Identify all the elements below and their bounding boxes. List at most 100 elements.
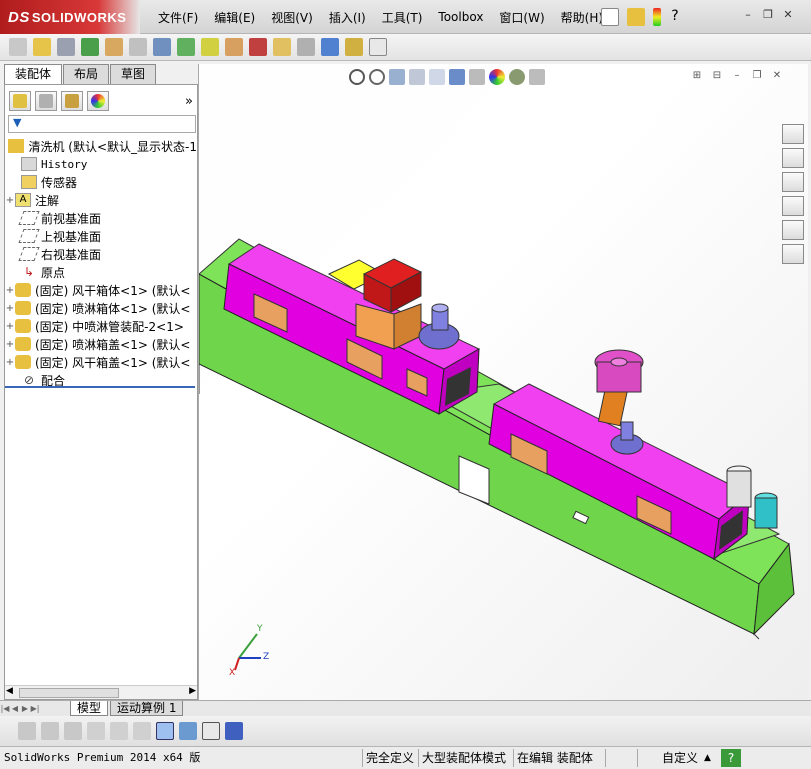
expand-chevron-icon[interactable]: » [185, 94, 193, 109]
expand-icon[interactable]: + [5, 195, 15, 206]
expand-icon[interactable]: + [5, 357, 15, 368]
interference-detection-icon[interactable] [321, 38, 339, 56]
tree-item-sensors[interactable]: 传感器 [5, 173, 197, 191]
units-dropdown-icon[interactable]: ▲ [701, 749, 721, 767]
expand-icon[interactable]: + [5, 303, 15, 314]
tab-layout[interactable]: 布局 [63, 64, 110, 84]
assembly-features-icon[interactable] [177, 38, 195, 56]
menu-toolbox[interactable]: Toolbox [430, 10, 491, 24]
menu-edit[interactable]: 编辑(E) [206, 9, 263, 26]
menu-insert[interactable]: 插入(I) [321, 9, 374, 26]
scrollbar-thumb[interactable] [19, 688, 119, 698]
part-icon [15, 283, 31, 297]
expand-icon[interactable]: + [5, 339, 15, 350]
assembly-model[interactable] [199, 64, 808, 700]
toolbar-icon[interactable] [41, 722, 59, 740]
status-definition: 完全定义 [362, 749, 418, 767]
white-cylinder [726, 470, 752, 508]
home-icon[interactable] [782, 124, 804, 144]
instant3d-icon[interactable] [369, 38, 387, 56]
tree-item-right-plane[interactable]: 右视基准面 [5, 245, 197, 263]
last-tab-icon[interactable]: ▶| [30, 704, 40, 713]
tree-item-component[interactable]: + (固定) 中喷淋管装配-2<1> [5, 317, 197, 335]
tree-item-front-plane[interactable]: 前视基准面 [5, 209, 197, 227]
help-icon[interactable]: ? [669, 8, 681, 26]
prev-tab-icon[interactable]: ◀ [10, 704, 20, 713]
custom-properties-icon[interactable] [782, 244, 804, 264]
exploded-view-icon[interactable] [273, 38, 291, 56]
tree-item-history[interactable]: History [5, 155, 197, 173]
title-quick-icons: ? [598, 8, 684, 26]
filter-icon[interactable]: ▼ [13, 116, 21, 129]
menu-file[interactable]: 文件(F) [150, 9, 206, 26]
title-bar: DS SOLIDWORKS 文件(F) 编辑(E) 视图(V) 插入(I) 工具(… [0, 0, 811, 34]
open-folder-icon[interactable] [627, 8, 645, 26]
tree-view-icon[interactable] [156, 722, 174, 740]
clearance-verification-icon[interactable] [345, 38, 363, 56]
tree-item-component[interactable]: + (固定) 喷淋箱盖<1> (默认< [5, 335, 197, 353]
tab-sketch[interactable]: 草图 [110, 64, 157, 84]
feature-manager-tab[interactable] [9, 91, 31, 111]
configuration-manager-tab[interactable] [61, 91, 83, 111]
tab-assembly[interactable]: 装配体 [4, 64, 63, 84]
new-motion-study-icon[interactable] [225, 38, 243, 56]
tree-item-annotations[interactable]: + A 注解 [5, 191, 197, 209]
restore-button[interactable]: ❐ [760, 8, 776, 22]
insert-component-icon[interactable] [33, 38, 51, 56]
next-tab-icon[interactable]: ▶ [20, 704, 30, 713]
menu-view[interactable]: 视图(V) [263, 9, 321, 26]
tree-item-root[interactable]: 清洗机 (默认<默认_显示状态-1 [5, 137, 197, 155]
expand-icon[interactable]: + [5, 285, 15, 296]
move-component-icon[interactable] [129, 38, 147, 56]
new-document-icon[interactable] [601, 8, 619, 26]
appearances-icon[interactable] [782, 220, 804, 240]
reference-geometry-icon[interactable] [201, 38, 219, 56]
tree-filter[interactable]: ▼ [8, 115, 196, 133]
tree-item-origin[interactable]: ↳ 原点 [5, 263, 197, 281]
property-manager-tab[interactable] [35, 91, 57, 111]
toolbar-icon[interactable] [64, 722, 82, 740]
table-view-icon[interactable] [202, 722, 220, 740]
subassembly-icon [15, 319, 31, 333]
tree-item-component[interactable]: + (固定) 喷淋箱体<1> (默认< [5, 299, 197, 317]
minimize-button[interactable]: – [740, 8, 756, 22]
design-library-icon[interactable] [782, 148, 804, 168]
scroll-right-icon[interactable]: ▶ [189, 686, 196, 696]
menu-window[interactable]: 窗口(W) [491, 9, 552, 26]
toolbar-icon[interactable] [133, 722, 151, 740]
mates-icon: ⊘ [23, 373, 35, 387]
toolbar-icon[interactable] [110, 722, 128, 740]
first-tab-icon[interactable]: |◀ [0, 704, 10, 713]
explode-line-sketch-icon[interactable] [297, 38, 315, 56]
save-icon[interactable] [225, 722, 243, 740]
show-hidden-icon[interactable] [153, 38, 171, 56]
status-custom-units[interactable]: 自定义 [637, 749, 701, 767]
rebuild-status-icon[interactable] [785, 749, 811, 767]
tab-motion-study[interactable]: 运动算例 1 [110, 701, 184, 716]
tree-item-top-plane[interactable]: 上视基准面 [5, 227, 197, 245]
linear-pattern-icon[interactable] [81, 38, 99, 56]
rebuild-traffic-light-icon[interactable] [653, 8, 661, 26]
horizontal-scrollbar[interactable]: ◀ ▶ [5, 685, 197, 699]
expand-icon[interactable]: + [5, 321, 15, 332]
solidworks-logo[interactable]: DS SOLIDWORKS [0, 0, 140, 34]
tab-model[interactable]: 模型 [70, 701, 109, 716]
bill-of-materials-icon[interactable] [249, 38, 267, 56]
help-status-icon[interactable]: ? [721, 749, 741, 767]
smart-fasteners-icon[interactable] [105, 38, 123, 56]
close-button[interactable]: ✕ [780, 8, 796, 22]
tree-item-component[interactable]: + (固定) 风干箱盖<1> (默认< [5, 353, 197, 371]
mate-icon[interactable] [57, 38, 75, 56]
toolbar-icon[interactable] [87, 722, 105, 740]
view-3d-icon[interactable] [179, 722, 197, 740]
tree-item-component[interactable]: + (固定) 风干箱体<1> (默认< [5, 281, 197, 299]
view-palette-icon[interactable] [782, 196, 804, 216]
menu-tools[interactable]: 工具(T) [374, 9, 431, 26]
scroll-left-icon[interactable]: ◀ [6, 686, 13, 696]
part-icon [15, 337, 31, 351]
graphics-area[interactable]: ⊞ ⊟ – ❐ ✕ Y Z X [198, 64, 808, 700]
file-explorer-icon[interactable] [782, 172, 804, 192]
edit-component-icon[interactable] [9, 38, 27, 56]
display-manager-tab[interactable] [87, 91, 109, 111]
toolbar-icon[interactable] [18, 722, 36, 740]
